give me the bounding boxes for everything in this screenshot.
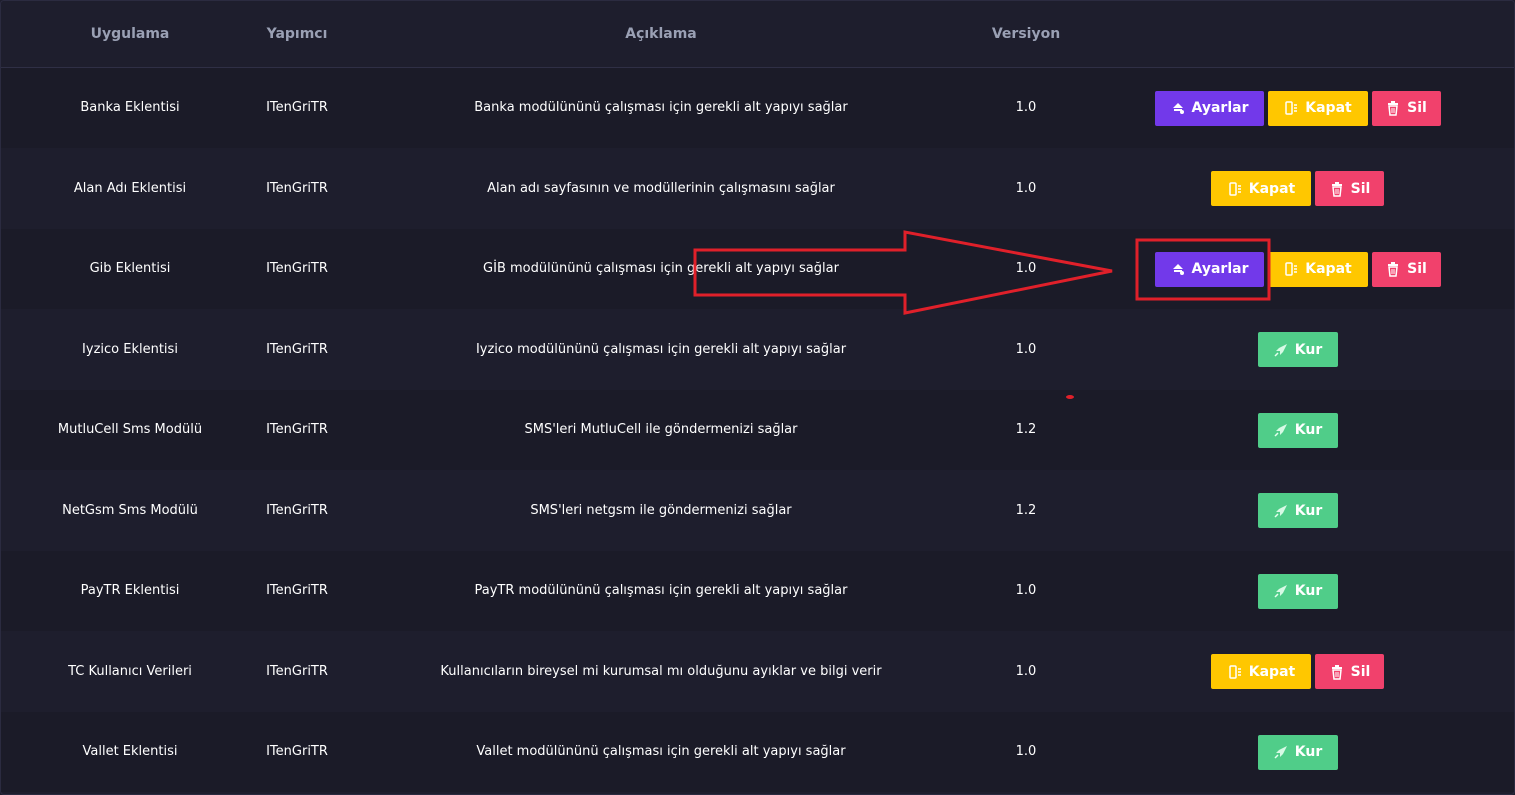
cell-description: PayTR modülününü çalışması için gerekli … xyxy=(474,583,848,598)
delete-button[interactable]: Sil xyxy=(1371,251,1441,287)
delete-button[interactable]: Sil xyxy=(1315,654,1384,689)
cell-version: 1.0 xyxy=(1015,100,1037,115)
cell-version: 1.0 xyxy=(1015,180,1037,196)
row-actions: Kur xyxy=(1081,310,1514,390)
table-row: Iyzico Eklentisi ITenGriTR Iyzico modülünü… xyxy=(1,309,1514,390)
install-button[interactable]: Kur xyxy=(1257,412,1338,448)
delete-button[interactable]: Sil xyxy=(1371,90,1441,126)
row-actions: Kapat Sil xyxy=(1081,149,1514,229)
cell-description: Kullanıcıların bireysel mi kurumsal mı o… xyxy=(440,663,882,679)
rocket-icon xyxy=(1273,583,1289,599)
cell-developer: ITenGriTR xyxy=(266,663,328,679)
close-button[interactable]: Kapat xyxy=(1267,251,1368,287)
close-button-label: Kapat xyxy=(1305,261,1352,277)
power-off-icon xyxy=(1227,664,1243,680)
install-button[interactable]: Kur xyxy=(1257,734,1338,770)
row-actions: Kur xyxy=(1081,471,1514,551)
settings-icon xyxy=(1170,261,1186,277)
cell-developer: ITenGriTR xyxy=(266,422,328,437)
close-button[interactable]: Kapat xyxy=(1211,171,1311,206)
settings-button-label: Ayarlar xyxy=(1191,261,1249,277)
rocket-icon xyxy=(1273,744,1289,760)
power-off-icon xyxy=(1283,100,1299,116)
trash-icon xyxy=(1329,664,1345,680)
cell-description: SMS'leri MutluCell ile göndermenizi sağl… xyxy=(524,422,798,437)
power-off-icon xyxy=(1227,181,1243,197)
close-button-label: Kapat xyxy=(1248,663,1296,680)
close-button-label: Kapat xyxy=(1305,100,1352,116)
row-actions: Kur xyxy=(1081,551,1514,631)
cell-version: 1.0 xyxy=(1015,341,1037,357)
row-actions: Kur xyxy=(1081,390,1514,470)
header-description: Açıklama xyxy=(625,26,697,42)
cell-version: 1.0 xyxy=(1015,744,1037,759)
rocket-icon xyxy=(1273,503,1289,519)
row-actions: Kapat Sil xyxy=(1081,632,1514,712)
cell-version: 1.0 xyxy=(1015,583,1037,598)
cell-developer: ITenGriTR xyxy=(266,261,328,276)
settings-button-label: Ayarlar xyxy=(1191,100,1249,116)
trash-icon xyxy=(1329,181,1345,197)
delete-button-label: Sil xyxy=(1407,261,1427,277)
delete-button-label: Sil xyxy=(1350,663,1371,680)
rocket-icon xyxy=(1273,422,1289,438)
cell-description: SMS'leri netgsm ile göndermenizi sağlar xyxy=(530,502,792,518)
settings-button[interactable]: Ayarlar xyxy=(1154,90,1264,126)
cell-description: Vallet modülününü çalışması için gerekli… xyxy=(476,744,846,759)
cell-version: 1.2 xyxy=(1015,422,1037,437)
table-row: Alan Adı Eklentisi ITenGriTR Alan adı sayf… xyxy=(1,148,1514,229)
row-actions: Kur xyxy=(1081,712,1514,792)
cell-description: GİB modülününü çalışması için gerekli al… xyxy=(483,261,839,276)
install-button[interactable]: Kur xyxy=(1257,332,1338,367)
install-button[interactable]: Kur xyxy=(1257,573,1338,609)
rocket-icon xyxy=(1273,342,1289,358)
table-row: MutluCell Sms Modülü ITenGriTR SMS'leri Mu… xyxy=(1,390,1514,470)
table-row: Vallet Eklentisi ITenGriTR Vallet modülünü… xyxy=(1,712,1514,792)
cell-developer: ITenGriTR xyxy=(266,502,328,518)
power-off-icon xyxy=(1283,261,1299,277)
cell-version: 1.2 xyxy=(1015,502,1037,518)
delete-button-label: Sil xyxy=(1407,100,1427,116)
table-row: NetGsm Sms Modülü ITenGriTR SMS'leri netgs… xyxy=(1,470,1514,551)
row-actions: Ayarlar Kapat Sil xyxy=(1081,68,1514,148)
cell-description: Banka modülününü çalışması için gerekli … xyxy=(474,100,848,115)
table-header: Uygulama Yapımcı Açıklama Versiyon xyxy=(1,1,1514,68)
install-button-label: Kur xyxy=(1294,422,1323,438)
table-row: TC Kullanıcı Verileri ITenGriTR Kullanıcıl… xyxy=(1,631,1514,712)
delete-button[interactable]: Sil xyxy=(1315,171,1384,206)
cell-developer: ITenGriTR xyxy=(266,341,328,357)
install-button-label: Kur xyxy=(1294,583,1323,599)
table-row: Banka Eklentisi ITenGriTR Banka modülününü… xyxy=(1,68,1514,148)
install-button-label: Kur xyxy=(1294,341,1323,358)
close-button[interactable]: Kapat xyxy=(1267,90,1368,126)
close-button-label: Kapat xyxy=(1248,180,1296,197)
cell-developer: ITenGriTR xyxy=(266,100,328,115)
cell-developer: ITenGriTR xyxy=(266,744,328,759)
header-developer: Yapımcı xyxy=(266,26,328,42)
table-row: PayTR Eklentisi ITenGriTR PayTR modülününü… xyxy=(1,551,1514,631)
delete-button-label: Sil xyxy=(1350,180,1371,197)
cell-description: Iyzico modülününü çalışması için gerekli… xyxy=(475,341,847,357)
install-button-label: Kur xyxy=(1294,502,1323,519)
settings-icon xyxy=(1170,100,1186,116)
cell-developer: ITenGriTR xyxy=(266,180,328,196)
plugins-panel: Uygulama Yapımcı Açıklama Versiyon Banka… xyxy=(0,0,1515,795)
header-version: Versiyon xyxy=(991,26,1061,42)
install-button[interactable]: Kur xyxy=(1257,493,1338,528)
install-button-label: Kur xyxy=(1294,744,1323,760)
cell-version: 1.0 xyxy=(1015,663,1037,679)
trash-icon xyxy=(1385,100,1401,116)
cell-developer: ITenGriTR xyxy=(266,583,328,598)
settings-button[interactable]: Ayarlar xyxy=(1154,251,1264,287)
trash-icon xyxy=(1385,261,1401,277)
row-actions: Ayarlar Kapat Sil xyxy=(1081,229,1514,309)
cell-version: 1.0 xyxy=(1015,261,1037,276)
cell-description: Alan adı sayfasının ve modüllerinin çalı… xyxy=(487,180,835,196)
table-row: Gib Eklentisi ITenGriTR GİB modülününü çal… xyxy=(1,229,1514,309)
close-button[interactable]: Kapat xyxy=(1211,654,1311,689)
